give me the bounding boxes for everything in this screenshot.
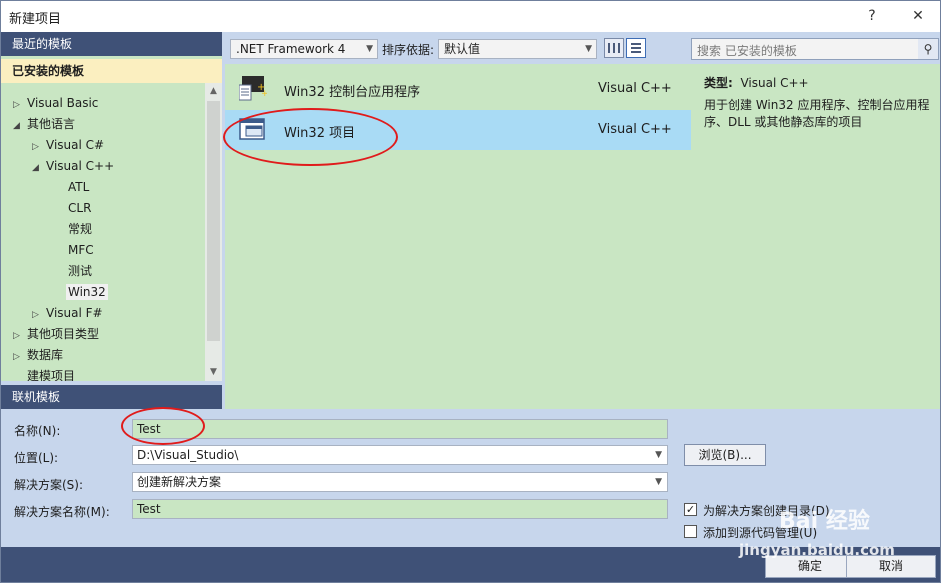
location-value: D:\Visual_Studio\ (137, 448, 239, 462)
scroll-down-icon[interactable]: ▼ (205, 364, 222, 381)
installed-templates-header[interactable]: 已安装的模板 (1, 59, 222, 83)
small-icons-view-icon[interactable] (604, 38, 624, 58)
solution-value: 创建新解决方案 (137, 475, 222, 489)
tree-item-label: Visual Basic (27, 96, 99, 110)
tree-item-visual-csharp[interactable]: ▷ Visual C# (32, 135, 104, 155)
expand-arrow-icon[interactable]: ▷ (13, 347, 27, 367)
chevron-down-icon: ▼ (585, 44, 592, 54)
template-details: 类型: Visual C++ 用于创建 Win32 应用程序、控制台应用程序、D… (691, 64, 940, 409)
tree-scrollbar[interactable]: ▲ ▼ (205, 83, 222, 381)
source-control-checkbox[interactable] (684, 525, 697, 538)
template-type: 类型: Visual C++ (704, 74, 809, 91)
location-label: 位置(L): (14, 451, 59, 465)
tree-item-test[interactable]: 测试 (68, 261, 92, 281)
watermark-url: jingyan.baidu.com (739, 541, 895, 559)
solution-select[interactable]: 创建新解决方案 ▼ (132, 472, 668, 492)
recent-templates-header[interactable]: 最近的模板 (1, 32, 222, 56)
search-input[interactable]: 搜索 已安装的模板 (697, 42, 797, 59)
tree-item-win32[interactable]: Win32 (66, 282, 108, 302)
type-label: 类型: (704, 76, 733, 90)
solution-name-input[interactable]: Test (132, 499, 668, 519)
template-name: Win32 项目 (284, 126, 356, 141)
close-button[interactable]: ✕ (901, 4, 935, 28)
chevron-down-icon: ▼ (655, 477, 662, 487)
tree-item-label: 常规 (68, 222, 93, 236)
tree-item-mfc[interactable]: MFC (68, 240, 94, 260)
name-label: 名称(N): (14, 424, 61, 438)
expand-arrow-icon[interactable]: ▷ (32, 305, 46, 325)
chevron-down-icon: ▼ (366, 44, 373, 54)
expand-arrow-icon[interactable]: ▷ (13, 326, 27, 346)
location-combo[interactable]: D:\Visual_Studio\ ▼ (132, 445, 668, 465)
console-app-icon: + + (239, 76, 267, 101)
tree-item-other-project-types[interactable]: ▷ 其他项目类型 (13, 324, 99, 344)
expand-arrow-icon[interactable]: ▷ (13, 95, 27, 115)
online-templates-header[interactable]: 联机模板 (1, 385, 222, 409)
sort-label: 排序依据: (382, 43, 435, 57)
template-row-win32-console[interactable]: + + Win32 控制台应用程序 Visual C++ (225, 69, 691, 109)
collapse-arrow-icon[interactable]: ◢ (32, 158, 46, 178)
template-toolbar: .NET Framework 4 ▼ 排序依据: 默认值 ▼ 搜索 已安装的模板… (225, 32, 940, 64)
template-name: Win32 控制台应用程序 (284, 85, 421, 100)
tree-item-label: MFC (68, 243, 94, 257)
tree-item-clr[interactable]: CLR (68, 198, 91, 218)
search-icon[interactable]: ⚲ (918, 39, 938, 59)
tree-item-visual-basic[interactable]: ▷ Visual Basic (13, 93, 98, 113)
template-categories-panel: 最近的模板 已安装的模板 ▷ Visual Basic ◢ 其他语言 ▷ Visual… (1, 32, 222, 381)
sort-select[interactable]: 默认值 ▼ (438, 39, 597, 59)
watermark-logo: Bai 经验 (779, 509, 870, 534)
template-tree: ▷ Visual Basic ◢ 其他语言 ▷ Visual C# ◢ Visual C… (1, 90, 205, 381)
tree-item-label: ATL (68, 180, 90, 194)
expand-arrow-icon[interactable]: ▷ (32, 137, 46, 157)
collapse-arrow-icon[interactable]: ◢ (13, 116, 27, 136)
sort-value: 默认值 (444, 42, 481, 56)
tree-item-other-languages[interactable]: ◢ 其他语言 (13, 114, 75, 134)
tree-item-label: Visual C++ (46, 159, 115, 173)
list-view-icon[interactable] (626, 38, 646, 58)
create-directory-checkbox[interactable]: ✓ (684, 503, 697, 516)
chevron-down-icon: ▼ (655, 450, 662, 460)
title-bar: 新建项目 ? ✕ (1, 1, 940, 32)
tree-item-visual-fsharp[interactable]: ▷ Visual F# (32, 303, 103, 323)
tree-item-label: 测试 (68, 264, 93, 278)
scrollbar-thumb[interactable] (207, 101, 220, 341)
tree-item-label: Visual F# (46, 306, 103, 320)
template-list: + + Win32 控制台应用程序 Visual C++ Win32 项目 Vi… (225, 64, 691, 409)
tree-item-label: 其他项目类型 (27, 327, 100, 341)
tree-item-general[interactable]: 常规 (68, 219, 92, 239)
tree-item-atl[interactable]: ATL (68, 177, 89, 197)
tree-item-database[interactable]: ▷ 数据库 (13, 345, 63, 365)
type-value: Visual C++ (740, 76, 809, 90)
solution-label: 解决方案(S): (14, 478, 84, 492)
tree-item-label: Win32 (66, 284, 108, 300)
tree-item-modeling-projects[interactable]: 建模项目 (27, 366, 75, 381)
template-language: Visual C++ (598, 81, 672, 96)
template-row-win32-project[interactable]: Win32 项目 Visual C++ (225, 110, 691, 150)
template-language: Visual C++ (598, 122, 672, 137)
scroll-up-icon[interactable]: ▲ (205, 83, 222, 100)
tree-item-label: 其他语言 (27, 117, 76, 131)
template-search[interactable]: 搜索 已安装的模板 ⚲ (691, 38, 939, 60)
tree-item-label: CLR (68, 201, 92, 215)
window-title: 新建项目 (9, 12, 62, 27)
help-button[interactable]: ? (855, 4, 889, 28)
browse-button[interactable]: 浏览(B)... (684, 444, 766, 466)
name-input[interactable]: Test (132, 419, 668, 439)
svg-text:+: + (261, 89, 267, 99)
tree-item-label: 建模项目 (27, 369, 76, 381)
template-description: 用于创建 Win32 应用程序、控制台应用程序、DLL 或其他静态库的项目 (704, 98, 930, 129)
win32-project-icon (239, 118, 265, 140)
tree-item-visual-cpp[interactable]: ◢ Visual C++ (32, 156, 114, 176)
framework-value: .NET Framework 4 (236, 42, 346, 56)
new-project-dialog: 新建项目 ? ✕ 最近的模板 已安装的模板 ▷ Visual Basic ◢ 其他语… (0, 0, 941, 583)
solution-name-label: 解决方案名称(M): (14, 505, 110, 519)
framework-select[interactable]: .NET Framework 4 ▼ (230, 39, 378, 59)
tree-item-label: Visual C# (46, 138, 105, 152)
tree-item-label: 数据库 (27, 348, 64, 362)
